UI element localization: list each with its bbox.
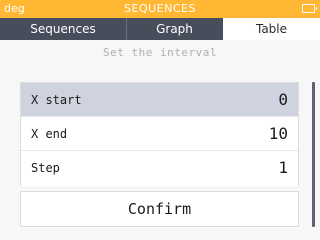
app-title: SEQUENCES <box>124 2 196 15</box>
tab-sequences[interactable]: Sequences <box>0 18 126 40</box>
x-start-label: X start <box>31 93 82 107</box>
battery-icon <box>302 4 317 13</box>
status-bar: deg SEQUENCES <box>0 0 320 18</box>
step-row[interactable]: Step 1 <box>21 151 298 186</box>
tab-divider <box>126 18 127 40</box>
step-label: Step <box>31 161 60 175</box>
tab-table[interactable]: Table <box>223 18 320 40</box>
tab-graph[interactable]: Graph <box>126 18 223 40</box>
x-end-row[interactable]: X end 10 <box>21 117 298 151</box>
x-start-row[interactable]: X start 0 <box>21 83 298 117</box>
confirm-button[interactable]: Confirm <box>20 191 299 227</box>
x-end-value[interactable]: 10 <box>269 117 288 151</box>
step-value[interactable]: 1 <box>278 151 288 185</box>
interval-parameters-list: X start 0 X end 10 Step 1 <box>20 82 299 186</box>
scrollbar[interactable] <box>312 82 315 227</box>
interval-hint: Set the interval <box>0 40 320 66</box>
x-end-label: X end <box>31 127 68 141</box>
tab-bar: Sequences Graph Table <box>0 18 320 40</box>
x-start-value[interactable]: 0 <box>278 83 288 117</box>
